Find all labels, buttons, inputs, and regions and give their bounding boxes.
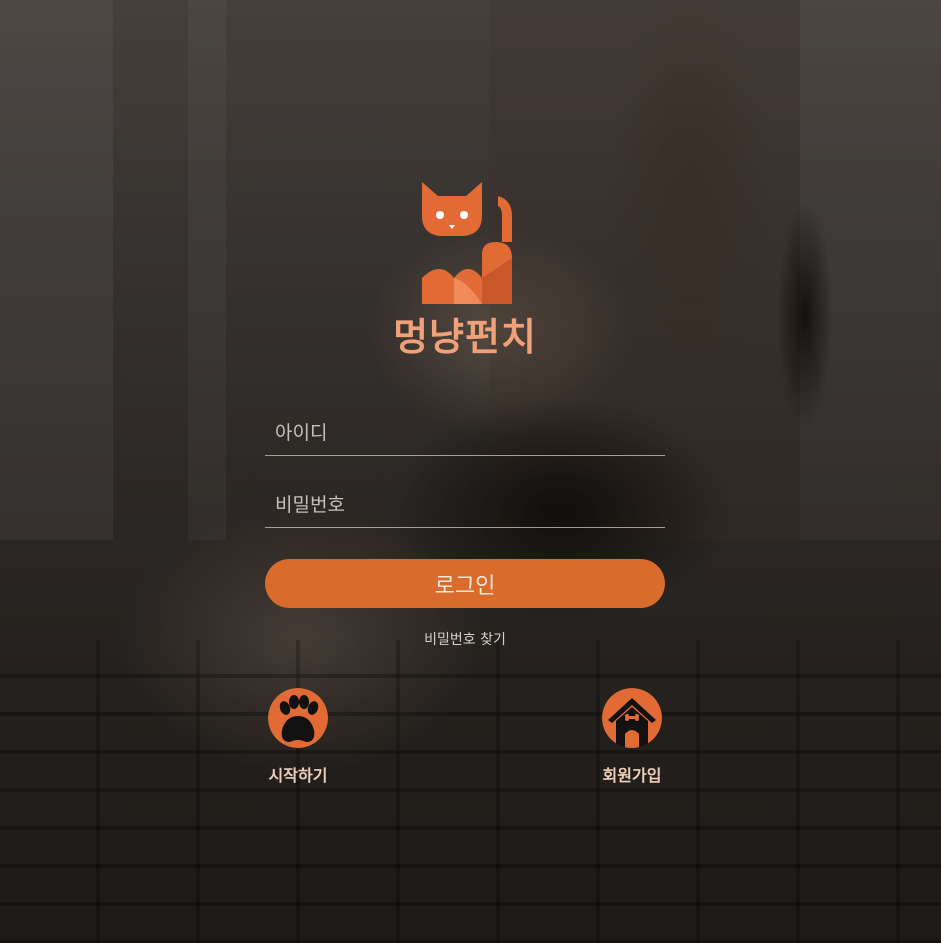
login-screen: 멍냥펀치 로그인 비밀번호 찾기 시작하기 <box>0 0 941 943</box>
dark-overlay <box>0 0 941 943</box>
paw-icon[interactable] <box>268 688 328 748</box>
password-input[interactable] <box>265 483 665 527</box>
password-field-wrapper <box>265 483 665 528</box>
find-password-link[interactable]: 비밀번호 찾기 <box>0 629 930 649</box>
start-label: 시작하기 <box>268 766 328 785</box>
id-input[interactable] <box>265 411 665 455</box>
dog-house-icon[interactable] <box>602 688 662 748</box>
brand-name: 멍냥펀치 <box>393 315 537 359</box>
login-button[interactable]: 로그인 <box>265 559 665 608</box>
signup-label: 회원가입 <box>602 766 662 785</box>
id-field-wrapper <box>265 411 665 456</box>
start-action[interactable]: 시작하기 <box>233 688 363 786</box>
cat-logo-icon <box>422 182 512 304</box>
signup-action[interactable]: 회원가입 <box>567 688 697 786</box>
